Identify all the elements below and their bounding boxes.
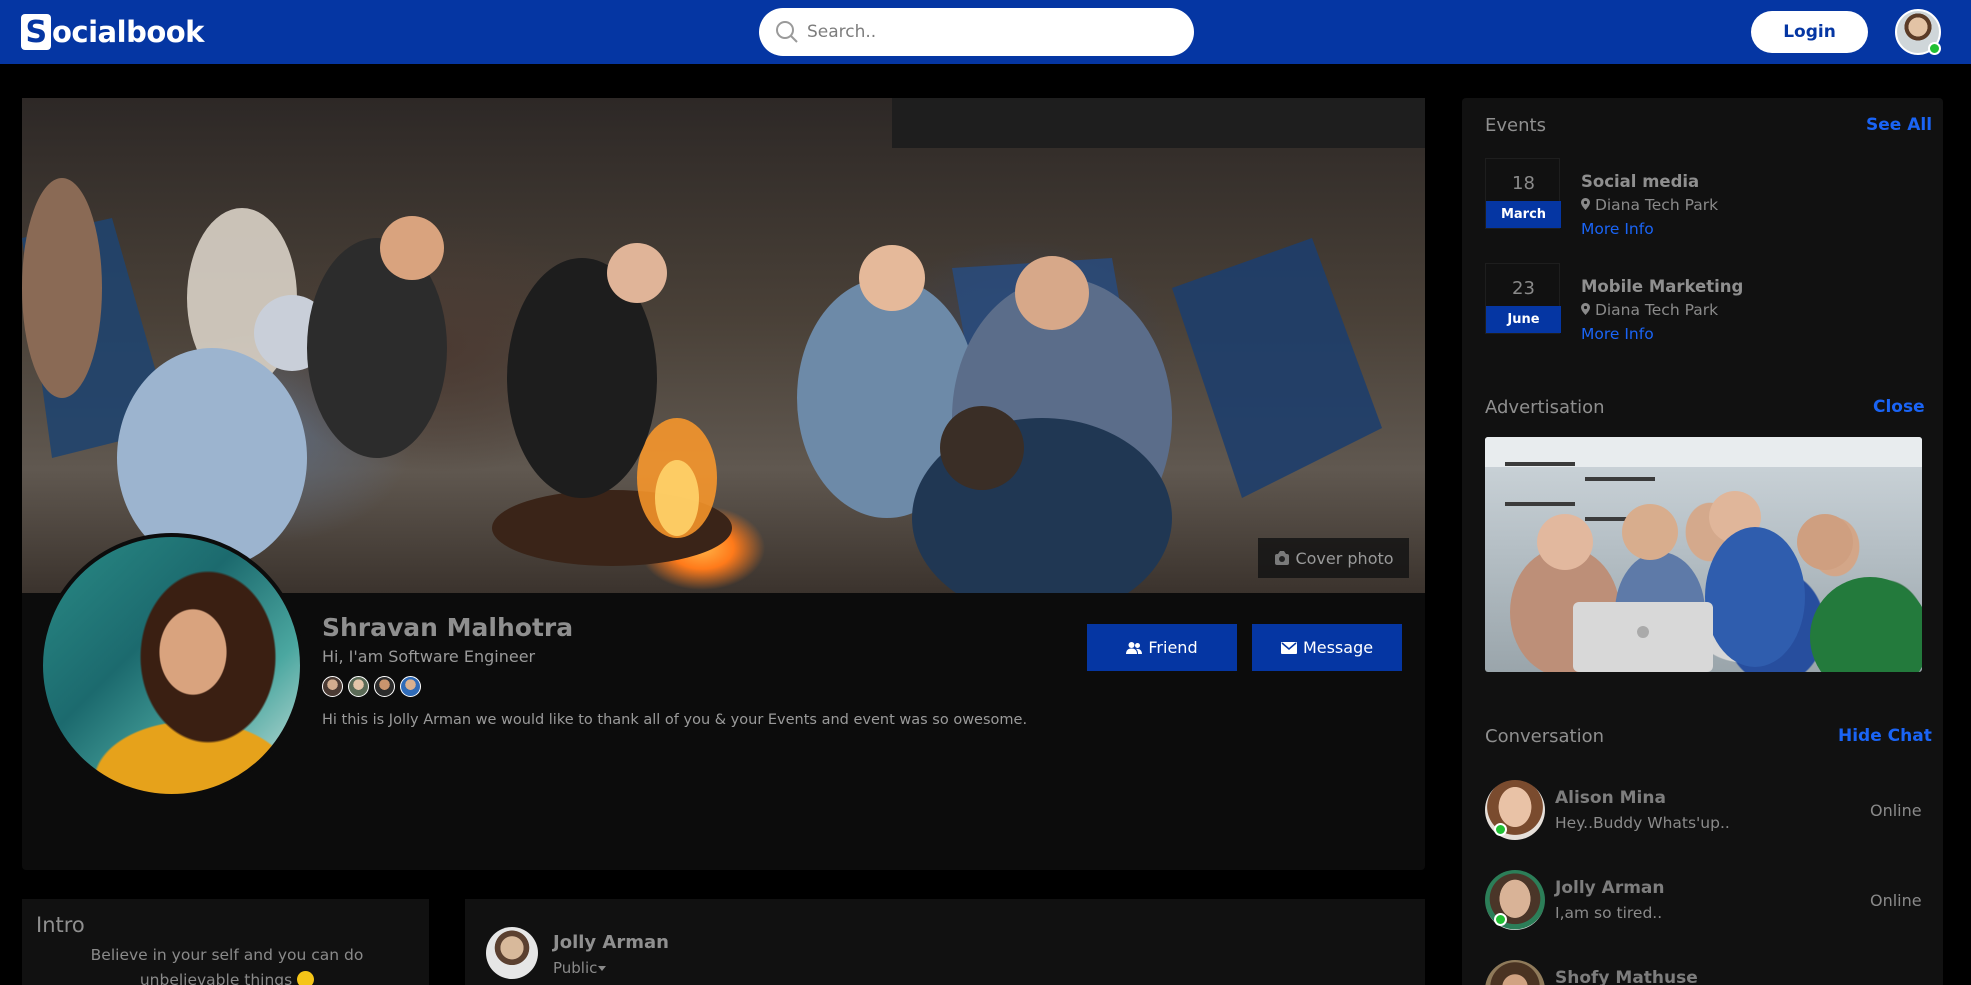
event-location-text: Diana Tech Park xyxy=(1594,301,1719,319)
search-input[interactable] xyxy=(807,22,1167,42)
cover-photo-scene xyxy=(22,98,1425,593)
profile-picture[interactable] xyxy=(39,533,304,798)
envelope-icon xyxy=(1280,641,1297,654)
mutual-friends-avatars xyxy=(322,676,421,697)
conversation-avatar[interactable] xyxy=(1485,780,1545,840)
advertisement-heading: Advertisation xyxy=(1485,397,1605,418)
conversation-name[interactable]: Alison Mina xyxy=(1555,788,1666,808)
online-status-dot xyxy=(1928,42,1941,55)
event-date: 18 March xyxy=(1485,158,1561,229)
event-month: March xyxy=(1486,201,1561,228)
brand-name: ocialbook xyxy=(52,15,204,49)
advertisement-image[interactable] xyxy=(1485,437,1922,672)
message-button[interactable]: Message xyxy=(1252,624,1402,671)
conversation-heading: Conversation xyxy=(1485,726,1605,747)
event-title: Mobile Marketing xyxy=(1581,277,1744,296)
online-status-dot xyxy=(1494,823,1507,836)
intro-title: Intro xyxy=(36,913,85,937)
conversation-name[interactable]: Jolly Arman xyxy=(1555,878,1665,898)
conversation-message: I,am so tired.. xyxy=(1555,904,1663,922)
caret-down-icon xyxy=(598,966,607,971)
smile-emoji-icon xyxy=(297,971,315,985)
close-ad-link[interactable]: Close xyxy=(1873,397,1925,417)
login-button[interactable]: Login xyxy=(1751,11,1868,53)
top-navbar: S ocialbook Login xyxy=(0,0,1971,64)
camera-icon xyxy=(1275,551,1290,565)
map-pin-icon xyxy=(1581,303,1590,315)
ad-photo-scene xyxy=(1485,437,1922,672)
cover-photo xyxy=(22,98,1425,593)
brand-logo[interactable]: S ocialbook xyxy=(21,13,204,51)
see-all-events-link[interactable]: See All xyxy=(1866,115,1932,135)
conversation-avatar[interactable] xyxy=(1485,870,1545,930)
friend-avatar[interactable] xyxy=(322,676,343,697)
events-heading: Events xyxy=(1485,115,1546,136)
brand-mark: S xyxy=(21,14,51,50)
profile-name: Shravan Malhotra xyxy=(322,613,574,642)
post-card: Jolly Arman Public xyxy=(465,899,1425,985)
users-icon xyxy=(1126,641,1143,654)
event-day: 23 xyxy=(1512,278,1535,299)
profile-bio: Hi this is Jolly Arman we would like to … xyxy=(322,712,1028,728)
post-author-name[interactable]: Jolly Arman xyxy=(553,932,669,953)
change-cover-photo-button[interactable]: Cover photo xyxy=(1258,538,1409,578)
map-pin-icon xyxy=(1581,198,1590,210)
event-location-text: Diana Tech Park xyxy=(1594,196,1719,214)
conversation-message: Hey..Buddy Whats'up.. xyxy=(1555,814,1730,832)
event-title: Social media xyxy=(1581,172,1700,191)
search-icon xyxy=(776,21,798,43)
post-author-avatar[interactable] xyxy=(486,927,538,979)
friend-avatar[interactable] xyxy=(348,676,369,697)
friend-avatar[interactable] xyxy=(400,676,421,697)
hide-chat-link[interactable]: Hide Chat xyxy=(1838,726,1932,746)
intro-card: Intro Believe in your self and you can d… xyxy=(22,899,429,985)
search-bar xyxy=(759,8,1194,56)
friend-avatar[interactable] xyxy=(374,676,395,697)
friend-button[interactable]: Friend xyxy=(1087,624,1237,671)
profile-tagline: Hi, I'am Software Engineer xyxy=(322,647,536,666)
user-avatar[interactable] xyxy=(1895,9,1941,55)
post-privacy-select[interactable]: Public xyxy=(553,959,607,977)
cover-photo-label: Cover photo xyxy=(1295,548,1394,568)
event-location: Diana Tech Park xyxy=(1581,301,1718,319)
event-day: 18 xyxy=(1512,173,1535,194)
intro-text: Believe in your self and you can do unbe… xyxy=(62,943,392,985)
online-status-dot xyxy=(1494,913,1507,926)
event-more-info-link[interactable]: More Info xyxy=(1581,220,1654,238)
event-date: 23 June xyxy=(1485,263,1561,334)
conversation-status: Online xyxy=(1870,801,1922,820)
post-privacy-label: Public xyxy=(553,959,598,977)
event-more-info-link[interactable]: More Info xyxy=(1581,325,1654,343)
conversation-status: Online xyxy=(1870,891,1922,910)
event-location: Diana Tech Park xyxy=(1581,196,1718,214)
intro-text-content: Believe in your self and you can do unbe… xyxy=(90,946,364,985)
friend-button-label: Friend xyxy=(1148,638,1198,657)
event-month: June xyxy=(1486,306,1561,333)
message-button-label: Message xyxy=(1302,638,1374,657)
conversation-name[interactable]: Shofy Mathuse xyxy=(1555,968,1698,985)
